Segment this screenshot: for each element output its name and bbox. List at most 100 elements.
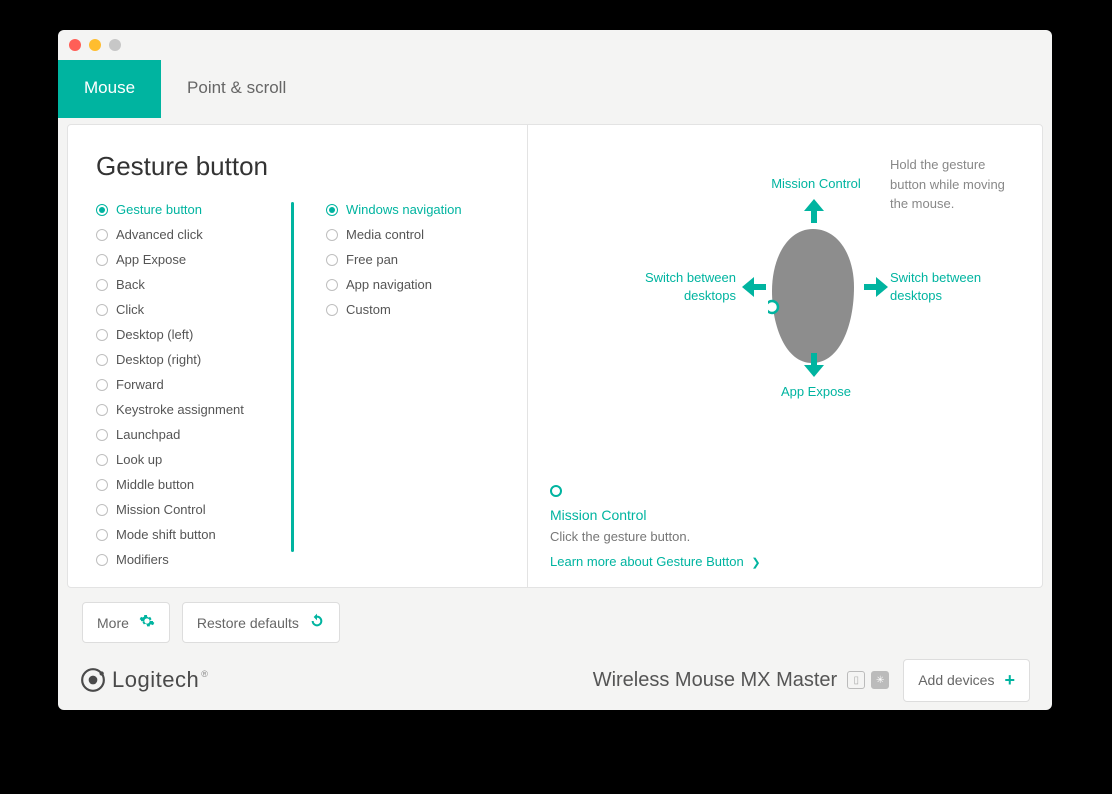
learn-more-link[interactable]: Learn more about Gesture Button ❯ — [550, 554, 761, 569]
radio-option[interactable]: App Expose — [96, 252, 290, 267]
radio-option[interactable]: Mode shift button — [96, 527, 290, 542]
radio-option[interactable]: Click — [96, 302, 290, 317]
radio-label: Back — [116, 277, 145, 292]
radio-icon — [96, 429, 108, 441]
radio-label: App navigation — [346, 277, 432, 292]
top-tabs: Mouse Point & scroll — [58, 30, 1052, 118]
footer: Logitech Wireless Mouse MX Master ▯ ✳ Ad… — [58, 650, 1052, 710]
brand-name: Logitech — [112, 667, 206, 693]
radio-icon — [326, 229, 338, 241]
more-button[interactable]: More — [82, 602, 170, 643]
maximize-icon[interactable] — [109, 39, 121, 51]
radio-icon — [96, 329, 108, 341]
receiver-icon: ✳ — [871, 671, 889, 689]
radio-icon — [96, 554, 108, 566]
radio-label: Keystroke assignment — [116, 402, 244, 417]
radio-option[interactable]: Media control — [326, 227, 462, 242]
close-icon[interactable] — [69, 39, 81, 51]
battery-icon: ▯ — [847, 671, 865, 689]
gesture-left-label: Switch between desktops — [626, 269, 736, 304]
radio-icon — [96, 529, 108, 541]
logitech-eye-icon — [80, 667, 106, 693]
info-block: Mission Control Click the gesture button… — [550, 485, 761, 569]
radio-label: Mission Control — [116, 502, 206, 517]
action-row: More Restore defaults — [82, 602, 340, 643]
learn-more-label: Learn more about Gesture Button — [550, 554, 744, 569]
mouse-icon — [768, 227, 858, 367]
tab-point-scroll[interactable]: Point & scroll — [161, 60, 312, 118]
radio-icon — [96, 254, 108, 266]
minimize-icon[interactable] — [89, 39, 101, 51]
radio-option[interactable]: App navigation — [326, 277, 462, 292]
radio-icon — [96, 379, 108, 391]
secondary-action-list: Windows navigation Media control Free pan A… — [302, 202, 462, 577]
radio-label: Desktop (left) — [116, 327, 193, 342]
radio-option[interactable]: Middle button — [96, 477, 290, 492]
radio-icon — [326, 204, 338, 216]
radio-option[interactable]: Back — [96, 277, 290, 292]
page-title: Gesture button — [96, 151, 527, 182]
arrow-left-icon — [742, 277, 766, 297]
radio-label: Look up — [116, 452, 162, 467]
radio-option[interactable]: Forward — [96, 377, 290, 392]
info-indicator-icon — [550, 485, 562, 497]
restore-icon — [309, 613, 325, 632]
settings-left-panel: Gesture button Gesture button Advanced cl… — [68, 125, 528, 587]
radio-icon — [326, 254, 338, 266]
radio-option[interactable]: Gesture button — [96, 202, 290, 217]
radio-label: Modifiers — [116, 552, 169, 567]
radio-icon — [96, 354, 108, 366]
primary-action-list: Gesture button Advanced click App Expose Ba… — [96, 202, 302, 567]
radio-option[interactable]: Desktop (left) — [96, 327, 290, 342]
tab-mouse[interactable]: Mouse — [58, 60, 161, 118]
info-subtitle: Click the gesture button. — [550, 529, 761, 544]
restore-label: Restore defaults — [197, 615, 299, 631]
radio-option[interactable]: Look up — [96, 452, 290, 467]
radio-label: Mode shift button — [116, 527, 216, 542]
restore-defaults-button[interactable]: Restore defaults — [182, 602, 340, 643]
radio-label: Forward — [116, 377, 164, 392]
more-label: More — [97, 615, 129, 631]
radio-label: Windows navigation — [346, 202, 462, 217]
radio-label: App Expose — [116, 252, 186, 267]
radio-icon — [96, 504, 108, 516]
radio-option[interactable]: Keystroke assignment — [96, 402, 290, 417]
gesture-up-label: Mission Control — [756, 175, 876, 193]
radio-label: Click — [116, 302, 144, 317]
gesture-right-label: Switch between desktops — [890, 269, 1000, 304]
app-window: Mouse Point & scroll Gesture button Gest… — [58, 30, 1052, 710]
add-devices-button[interactable]: Add devices + — [903, 659, 1030, 702]
gesture-diagram: Mission Control Switch between desktops … — [568, 165, 1008, 475]
radio-option[interactable]: Mission Control — [96, 502, 290, 517]
radio-icon — [96, 454, 108, 466]
radio-option[interactable]: Advanced click — [96, 227, 290, 242]
gear-icon — [139, 613, 155, 632]
radio-option[interactable]: Desktop (right) — [96, 352, 290, 367]
radio-icon — [96, 229, 108, 241]
radio-option[interactable]: Windows navigation — [326, 202, 462, 217]
radio-label: Gesture button — [116, 202, 202, 217]
radio-icon — [96, 479, 108, 491]
radio-option[interactable]: Launchpad — [96, 427, 290, 442]
radio-label: Middle button — [116, 477, 194, 492]
arrow-right-icon — [864, 277, 888, 297]
add-devices-label: Add devices — [918, 672, 994, 688]
radio-label: Media control — [346, 227, 424, 242]
device-status-icons: ▯ ✳ — [847, 671, 889, 689]
radio-label: Desktop (right) — [116, 352, 201, 367]
radio-option[interactable]: Free pan — [326, 252, 462, 267]
radio-option[interactable]: Custom — [326, 302, 462, 317]
radio-option[interactable]: Modifiers — [96, 552, 290, 567]
settings-card: Gesture button Gesture button Advanced cl… — [67, 124, 1043, 588]
settings-right-panel: Hold the gesture button while moving the… — [528, 125, 1042, 587]
chevron-right-icon: ❯ — [751, 557, 760, 569]
radio-icon — [96, 279, 108, 291]
device-name: Wireless Mouse MX Master — [593, 669, 838, 692]
radio-icon — [96, 204, 108, 216]
radio-label: Launchpad — [116, 427, 180, 442]
arrow-down-icon — [804, 353, 824, 377]
radio-label: Custom — [346, 302, 391, 317]
arrow-up-icon — [804, 199, 824, 223]
radio-icon — [326, 304, 338, 316]
radio-label: Advanced click — [116, 227, 203, 242]
